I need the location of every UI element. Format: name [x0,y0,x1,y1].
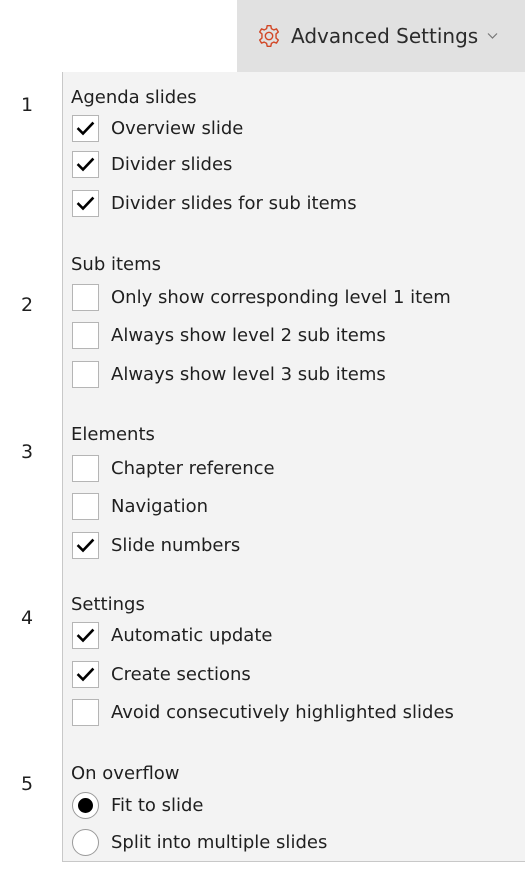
group-title-elements: Elements [71,424,155,445]
checkbox-box [72,321,99,349]
checkbox-box [72,150,99,178]
checkmark-icon [76,538,95,552]
chapter-reference-checkbox[interactable]: Chapter reference [72,453,275,483]
automatic-update-checkbox[interactable]: Automatic update [72,620,272,650]
group-number: 3 [21,441,34,463]
chevron-down-icon [487,33,498,39]
option-label: Always show level 3 sub items [111,363,386,385]
option-label: Navigation [111,495,209,517]
option-label: Slide numbers [111,534,241,556]
checkmark-icon [76,667,95,681]
always-show-level3-checkbox[interactable]: Always show level 3 sub items [72,359,386,389]
option-label: Create sections [111,663,251,685]
group-number: 5 [21,773,34,795]
checkbox-box [72,698,99,726]
group-number: 1 [21,94,34,116]
only-show-level1-checkbox[interactable]: Only show corresponding level 1 item [72,282,451,312]
option-label: Automatic update [111,624,273,646]
overview-slide-checkbox[interactable]: Overview slide [72,113,243,143]
group-title-sub-items: Sub items [71,254,162,275]
option-label: Only show corresponding level 1 item [111,286,451,308]
always-show-level2-checkbox[interactable]: Always show level 2 sub items [72,320,386,350]
option-label: Fit to slide [111,794,204,816]
slide-numbers-checkbox[interactable]: Slide numbers [72,530,240,560]
avoid-highlighted-checkbox[interactable]: Avoid consecutively highlighted slides [72,697,454,727]
checkbox-box [72,114,99,142]
checkbox-box [72,492,99,520]
option-label: Divider slides [111,153,233,175]
checkbox-box [72,454,99,482]
group-title-agenda-slides: Agenda slides [71,87,197,108]
divider-slides-checkbox[interactable]: Divider slides [72,149,232,179]
option-label: Overview slide [111,117,244,139]
option-label: Always show level 2 sub items [111,324,386,346]
checkmark-icon [76,157,95,171]
checkbox-box [72,531,99,559]
checkmark-icon [76,628,95,642]
split-multiple-slides-radio[interactable]: Split into multiple slides [72,827,327,857]
group-number: 2 [21,294,34,316]
divider-slides-sub-items-checkbox[interactable]: Divider slides for sub items [72,188,357,218]
radio-selected-dot [78,797,93,813]
fit-to-slide-radio[interactable]: Fit to slide [72,790,204,820]
checkmark-icon [76,196,95,210]
radio-button [72,828,99,856]
advanced-settings-label: Advanced Settings [291,24,479,48]
option-label: Avoid consecutively highlighted slides [111,701,454,723]
checkmark-icon [76,121,95,135]
checkbox-box [72,621,99,649]
checkbox-box [72,360,99,388]
group-number: 4 [21,607,34,629]
checkbox-box [72,660,99,688]
group-title-on-overflow: On overflow [71,763,180,784]
create-sections-checkbox[interactable]: Create sections [72,659,251,689]
option-label: Split into multiple slides [111,831,328,853]
radio-button [72,791,99,819]
checkbox-box [72,283,99,311]
advanced-settings-button[interactable]: Advanced Settings [237,0,525,72]
agenda-settings-pane: Advanced Settings 1 Agenda slides Overvi… [0,0,525,873]
gear-icon [258,25,280,47]
option-label: Divider slides for sub items [111,192,357,214]
option-label: Chapter reference [111,457,275,479]
group-title-settings: Settings [71,594,145,615]
navigation-checkbox[interactable]: Navigation [72,491,208,521]
checkbox-box [72,189,99,217]
